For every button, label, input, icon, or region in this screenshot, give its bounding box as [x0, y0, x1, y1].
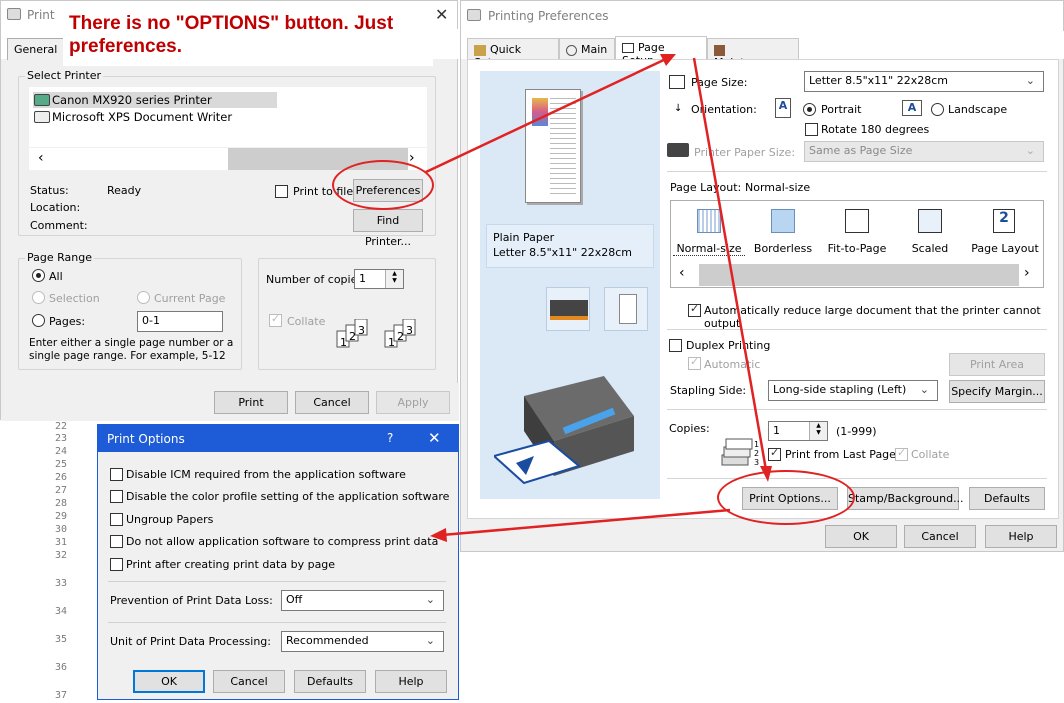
arrow-line — [425, 56, 669, 174]
arrow-line — [441, 508, 731, 537]
annotation-arrows — [425, 54, 772, 542]
arrowhead — [430, 528, 447, 542]
arrowhead — [760, 466, 772, 482]
arrow-line — [692, 57, 768, 471]
